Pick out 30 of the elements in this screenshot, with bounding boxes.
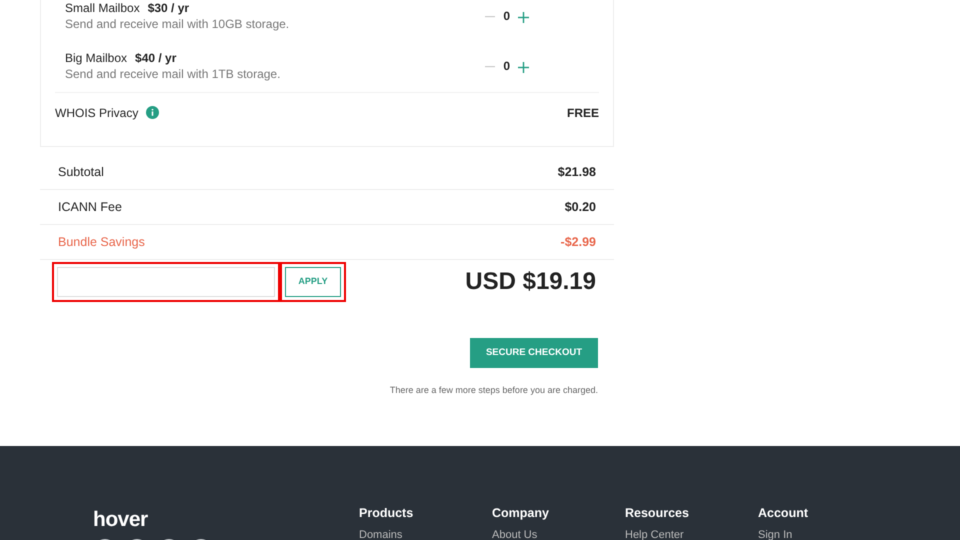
summary-label: Subtotal — [58, 164, 104, 181]
checkout-note: There are a few more steps before you are charged. — [390, 384, 598, 398]
order-total: USD $19.19 — [465, 267, 596, 297]
footer-link[interactable]: About Us — [492, 526, 625, 540]
footer-link[interactable]: Domains — [359, 526, 492, 540]
footer-heading: Account — [758, 504, 809, 522]
footer-heading: Resources — [625, 504, 690, 522]
summary-label: Bundle Savings — [58, 234, 145, 251]
addon-name: Big Mailbox — [65, 51, 128, 67]
info-icon[interactable] — [146, 106, 160, 119]
plus-icon[interactable] — [518, 62, 529, 72]
summary-amount: $21.98 — [558, 164, 596, 181]
footer-heading: Company — [492, 504, 550, 522]
addon-price: $40 / yr — [135, 51, 176, 67]
addon-description: Send and receive mail with 10GB storage. — [65, 17, 290, 33]
privacy-label: WHOIS Privacy — [55, 104, 138, 122]
footer-link[interactable]: Help Center — [625, 526, 758, 540]
hover-logo[interactable]: hover — [93, 504, 359, 536]
quantity-value: 0 — [503, 9, 510, 25]
addon-name: Small Mailbox — [65, 1, 140, 17]
summary-amount: $0.20 — [564, 198, 596, 216]
summary-amount: -$2.99 — [560, 234, 596, 251]
privacy-value: FREE — [566, 104, 599, 122]
summary-label: ICANN Fee — [58, 198, 122, 216]
addon-price: $30 / yr — [148, 1, 190, 17]
footer-link[interactable]: Sign In — [758, 526, 891, 540]
quantity-value: 0 — [503, 59, 510, 75]
plus-icon[interactable] — [518, 12, 529, 22]
addon-description: Send and receive mail with 1TB storage. — [65, 67, 282, 83]
footer-heading: Products — [359, 504, 414, 522]
